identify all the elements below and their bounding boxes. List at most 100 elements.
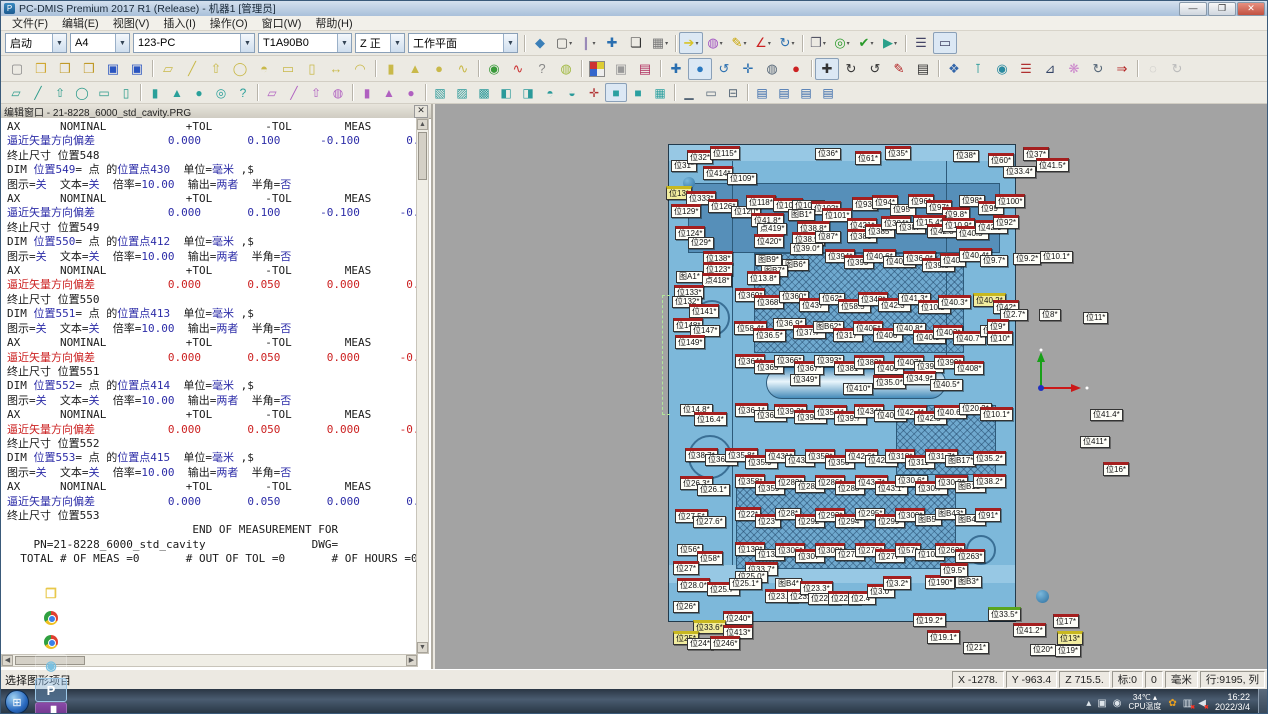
animate-icon[interactable]: ▤ <box>911 58 935 80</box>
zoom-fit-icon[interactable]: ✛ <box>736 58 760 80</box>
check-icon[interactable]: ✔▾ <box>854 32 878 54</box>
scan-circle-icon[interactable]: ◉ <box>482 58 506 80</box>
report-icon[interactable]: ▤ <box>633 58 657 80</box>
report-window3-icon[interactable]: ▤ <box>795 83 817 102</box>
report-window4-icon[interactable]: ▤ <box>817 83 839 102</box>
line-feature-icon[interactable]: ╱ <box>180 58 204 80</box>
dimension-label[interactable]: 位8* <box>1039 309 1061 321</box>
menu-item-2[interactable]: 编辑(E) <box>55 15 106 31</box>
point-feature-icon[interactable]: ▱ <box>156 58 180 80</box>
scan-help-icon[interactable]: ? <box>530 58 554 80</box>
grid-view-icon[interactable]: ▦ <box>649 83 671 102</box>
taskbar-browser-icon[interactable] <box>35 606 67 630</box>
swirl-icon[interactable]: ∿ <box>451 58 475 80</box>
dimension-label[interactable]: 位10* <box>987 331 1013 345</box>
view-top-icon[interactable]: ◨ <box>517 83 539 102</box>
globe-view-icon[interactable]: ◍ <box>760 58 784 80</box>
dimension-label[interactable]: 位87* <box>815 231 841 243</box>
move-machine-icon[interactable]: ✚ <box>600 32 624 54</box>
save-as-icon[interactable]: ▣ <box>125 58 149 80</box>
taskbar-clock[interactable]: 16:222022/3/4 <box>1215 692 1250 712</box>
rotate-2d-icon[interactable]: ↻ <box>839 58 863 80</box>
constr-cone-icon[interactable]: ▲ <box>378 83 400 102</box>
open-file-icon[interactable]: ❒ <box>29 58 53 80</box>
solid-view-icon[interactable]: ■ <box>605 83 627 102</box>
dimension-label[interactable]: 位25.1* <box>729 578 762 590</box>
menu-item-3[interactable]: 视图(V) <box>106 15 157 31</box>
auto-plane-icon[interactable]: ⇧ <box>49 83 71 102</box>
dimension-label[interactable]: 位190* <box>925 575 955 589</box>
dimension-label[interactable]: 位27* <box>673 561 699 575</box>
vector-arrow-icon[interactable]: ⇒ <box>1110 58 1134 80</box>
dimension-label[interactable]: 位9.5* <box>940 563 968 577</box>
dimension-label[interactable]: 位26* <box>673 601 699 613</box>
constr-cylinder-icon[interactable]: ▮ <box>356 83 378 102</box>
comment-icon[interactable]: ❏ <box>624 32 648 54</box>
pointer-arrow-icon[interactable]: ➔▾ <box>679 32 703 54</box>
dimension-label[interactable]: 位349* <box>790 374 820 386</box>
scroll-left-icon[interactable]: ◀ <box>2 655 13 666</box>
constr-line-icon[interactable]: ╱ <box>283 83 305 102</box>
tray-help-icon[interactable]: ◉ <box>1113 698 1122 709</box>
editor-vertical-scrollbar[interactable]: ▲ ▼ <box>416 118 429 654</box>
refresh-view-icon[interactable]: ↺ <box>712 58 736 80</box>
menu-item-6[interactable]: 窗口(W) <box>255 15 309 31</box>
auto-slot-icon[interactable]: ▭ <box>93 83 115 102</box>
probe-combo[interactable]: A4▼ <box>70 33 130 53</box>
dimension-label[interactable]: 位109* <box>727 173 757 185</box>
delete-file-icon[interactable]: ❒ <box>77 58 101 80</box>
lamp-icon[interactable]: ❋ <box>1062 58 1086 80</box>
auto-cylinder-icon[interactable]: ▮ <box>144 83 166 102</box>
minimize-all-icon[interactable]: ▁ <box>678 83 700 102</box>
save-icon[interactable]: ▣ <box>101 58 125 80</box>
dimension-label[interactable]: 位149* <box>675 335 705 349</box>
dimension-label[interactable]: 位17* <box>1053 614 1079 628</box>
tip-combo[interactable]: T1A90B0▼ <box>258 33 352 53</box>
alignment-combo[interactable]: 123-PC▼ <box>133 33 255 53</box>
import-icon[interactable]: ❒ <box>53 58 77 80</box>
line-pencil-icon[interactable]: ✎▾ <box>727 32 751 54</box>
dimension-label[interactable]: 点418* <box>702 273 732 287</box>
dimension-label[interactable]: 位21* <box>963 642 989 654</box>
dimension-label[interactable]: 位411* <box>1080 436 1110 448</box>
probe-mode-icon[interactable]: ◆ <box>528 32 552 54</box>
axis-combo[interactable]: Z 正▼ <box>355 33 405 53</box>
window-frame-icon[interactable]: ▭ <box>700 83 722 102</box>
curve-icon[interactable]: ◠ <box>348 58 372 80</box>
constr-sphere-icon[interactable]: ● <box>400 83 422 102</box>
angle-measure-icon[interactable]: ∠▾ <box>751 32 775 54</box>
auto-circle-icon[interactable]: ◯ <box>71 83 93 102</box>
probe-tip-icon[interactable]: ❙▾ <box>576 32 600 54</box>
auto-square-icon[interactable]: ▯ <box>115 83 137 102</box>
dimension-label[interactable]: 位100* <box>995 194 1025 208</box>
dimension-label[interactable]: 位10.1* <box>1040 251 1073 263</box>
view-left-icon[interactable]: ▩ <box>473 83 495 102</box>
taskbar-explorer-icon[interactable]: ❒ <box>35 582 67 606</box>
menu-item-4[interactable]: 插入(I) <box>156 15 202 31</box>
shaded-view-icon[interactable]: ● <box>688 58 712 80</box>
scan-sphere-icon[interactable]: ◍ <box>554 58 578 80</box>
scroll-right-icon[interactable]: ▶ <box>406 655 417 666</box>
scan-path-icon[interactable]: ∿ <box>506 58 530 80</box>
minimize-button[interactable]: — <box>1179 2 1207 16</box>
cpu-temp-widget[interactable]: 34℃ ▴CPU温度 <box>1129 693 1162 711</box>
dimension-label[interactable]: 位39.0* <box>790 243 823 255</box>
tray-volume-icon[interactable]: ◀✖ <box>1198 698 1206 709</box>
feature-tree-icon[interactable]: ⊺ <box>966 58 990 80</box>
dimension-label[interactable]: 图B3* <box>955 576 982 588</box>
program-text[interactable]: AX NOMINAL +TOL -TOL MEAS DEV逼近矢量方向偏差 0.… <box>1 118 418 654</box>
constr-circle-icon[interactable]: ◍ <box>327 83 349 102</box>
taskbar-chrome-icon[interactable] <box>35 630 67 654</box>
point-plane-icon[interactable]: ✛ <box>583 83 605 102</box>
dimension-label[interactable]: 位92* <box>993 215 1019 229</box>
auto-line-icon[interactable]: ╱ <box>27 83 49 102</box>
width-icon[interactable]: ↔ <box>324 58 348 80</box>
dimension-label[interactable]: 位27.6* <box>693 516 726 528</box>
dimension-label[interactable]: 位61* <box>855 151 881 165</box>
view-bottom-icon[interactable]: ◓ <box>539 83 561 102</box>
dimension-label[interactable]: 位91* <box>975 508 1001 522</box>
taskbar-app-purple1-icon[interactable]: ▞ <box>35 702 67 714</box>
dimension-label[interactable]: 图B17* <box>945 455 976 467</box>
view-setup-icon[interactable] <box>585 58 609 80</box>
auto-cone-icon[interactable]: ▲ <box>166 83 188 102</box>
